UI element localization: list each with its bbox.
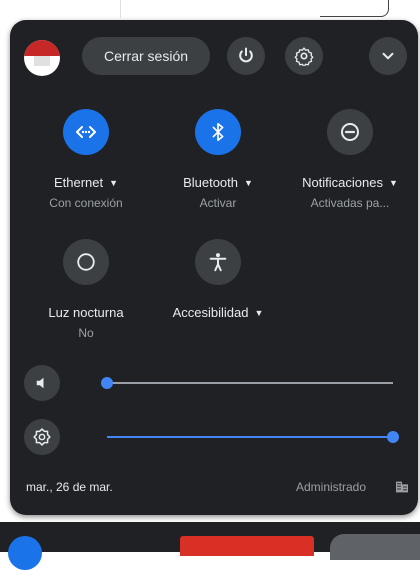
accessibility-dropdown-icon: ▼	[254, 308, 264, 318]
night-light-toggle[interactable]	[63, 239, 109, 285]
background-divider	[120, 0, 121, 18]
accessibility-label-row[interactable]: Accesibilidad ▼	[158, 305, 278, 320]
bluetooth-dropdown-icon: ▼	[244, 178, 253, 188]
avatar[interactable]	[24, 40, 60, 76]
volume-slider-knob[interactable]	[101, 377, 113, 389]
feature-notifications[interactable]: Notificaciones ▼ Activadas pa...	[290, 109, 410, 210]
files-app-icon[interactable]	[8, 536, 42, 570]
collapse-button[interactable]	[369, 37, 407, 75]
notifications-label: Notificaciones	[302, 175, 383, 190]
feature-night-light[interactable]: Luz nocturna No	[26, 239, 146, 340]
volume-track[interactable]	[107, 382, 393, 384]
ethernet-icon	[76, 126, 96, 138]
shelf-app-red[interactable]	[180, 536, 314, 556]
night-light-label: Luz nocturna	[48, 305, 124, 320]
feature-ethernet[interactable]: Ethernet ▼ Con conexión	[26, 109, 146, 210]
brightness-slider-knob[interactable]	[387, 431, 399, 443]
enterprise-icon[interactable]	[394, 479, 410, 495]
feature-bluetooth[interactable]: Bluetooth ▼ Activar	[158, 109, 278, 210]
settings-button[interactable]	[285, 37, 323, 75]
background-window-corner	[320, 0, 389, 17]
notifications-label-row[interactable]: Notificaciones ▼	[290, 175, 410, 190]
ethernet-label-row[interactable]: Ethernet ▼	[26, 175, 146, 190]
feature-accessibility[interactable]: Accesibilidad ▼	[158, 239, 278, 326]
power-button[interactable]	[227, 37, 265, 75]
ethernet-toggle[interactable]	[63, 109, 109, 155]
power-icon	[239, 47, 253, 63]
notifications-status: Activadas pa...	[310, 196, 390, 210]
avatar-icon	[24, 40, 60, 56]
shelf-app-grey[interactable]	[330, 534, 420, 560]
bluetooth-icon	[212, 122, 224, 142]
date-label[interactable]: mar., 26 de mar.	[26, 480, 113, 494]
night-light-icon	[77, 253, 95, 271]
volume-icon	[36, 377, 44, 389]
volume-mute-button[interactable]	[24, 365, 60, 401]
ethernet-status: Con conexión	[49, 196, 123, 210]
bluetooth-status: Activar	[199, 196, 237, 210]
ethernet-dropdown-icon: ▼	[109, 178, 119, 188]
bluetooth-label-row[interactable]: Bluetooth ▼	[158, 175, 278, 190]
brightness-icon	[33, 428, 51, 446]
night-light-status: No	[78, 326, 94, 340]
shelf	[0, 522, 420, 570]
brightness-button[interactable]	[24, 419, 60, 455]
accessibility-toggle[interactable]	[195, 239, 241, 285]
managed-label[interactable]: Administrado	[296, 480, 366, 494]
notifications-toggle[interactable]	[327, 109, 373, 155]
brightness-track-fill	[107, 436, 393, 438]
accessibility-icon	[209, 253, 227, 272]
avatar-emblem	[34, 56, 50, 66]
bluetooth-label: Bluetooth	[183, 175, 238, 190]
accessibility-label: Accesibilidad	[172, 305, 249, 320]
notifications-dropdown-icon: ▼	[389, 178, 398, 188]
bluetooth-toggle[interactable]	[195, 109, 241, 155]
chevron-down-icon	[382, 52, 394, 60]
ethernet-label: Ethernet	[53, 175, 104, 190]
sign-out-button[interactable]: Cerrar sesión	[82, 37, 210, 75]
do-not-disturb-icon	[341, 123, 359, 141]
gear-icon	[294, 47, 314, 66]
quick-settings-panel: Cerrar sesión Ethernet ▼ Con conexión Bl…	[10, 20, 418, 515]
night-light-label-row[interactable]: Luz nocturna	[26, 305, 146, 320]
